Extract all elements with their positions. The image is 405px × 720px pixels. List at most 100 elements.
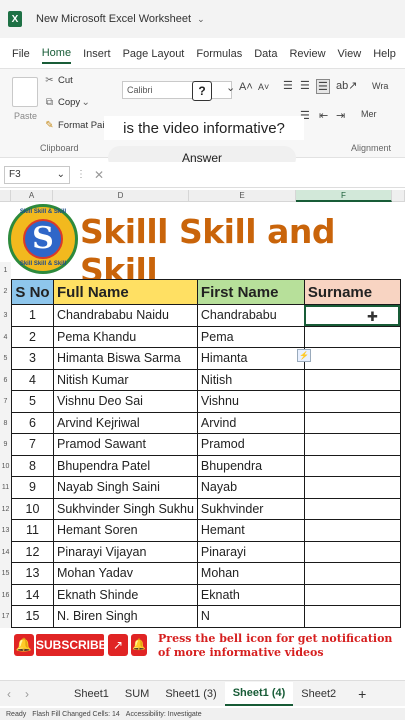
cell-first-name[interactable]: Nitish — [196, 368, 305, 391]
row-number[interactable]: 8 — [0, 412, 11, 434]
paste-button[interactable] — [12, 77, 38, 107]
cell-first-name[interactable]: Arvind — [196, 411, 305, 434]
cell-first-name[interactable]: Chandrababu — [196, 304, 305, 327]
cell-surname[interactable] — [303, 433, 401, 456]
cell-full-name[interactable]: Hemant Soren — [53, 519, 198, 542]
cell-first-name[interactable]: Mohan — [196, 562, 305, 585]
merge-center-button[interactable]: Mer — [361, 109, 377, 119]
sheet-tab[interactable]: Sheet1 — [66, 688, 117, 700]
cell-sno[interactable]: 12 — [11, 540, 54, 563]
sheet-tab[interactable]: SUM — [117, 688, 157, 700]
row-number[interactable]: 12 — [0, 498, 11, 520]
cell-first-name[interactable]: Hemant — [196, 519, 305, 542]
cell-surname[interactable] — [303, 562, 401, 585]
cell-surname[interactable] — [303, 325, 401, 348]
cell-surname[interactable] — [303, 605, 401, 628]
name-box[interactable]: F3 ⌄ — [4, 165, 70, 184]
row-number[interactable]: 16 — [0, 584, 11, 606]
font-name-select[interactable]: Calibri — [122, 81, 232, 99]
menu-page-layout[interactable]: Page Layout — [123, 48, 185, 63]
row-number[interactable]: 4 — [0, 326, 11, 348]
cell-sno[interactable]: 7 — [11, 433, 54, 456]
cell-sno[interactable]: 6 — [11, 411, 54, 434]
cell-full-name[interactable]: Nitish Kumar — [53, 368, 198, 391]
menu-home[interactable]: Home — [41, 47, 72, 64]
cell-first-name[interactable]: N — [196, 605, 305, 628]
cell-sno[interactable]: 14 — [11, 583, 54, 606]
header-surname[interactable]: Surname — [303, 279, 401, 305]
status-accessibility[interactable]: Accessibility: Investigate — [126, 711, 202, 718]
decrease-indent-icon[interactable]: ⇤ — [319, 109, 328, 122]
row-number[interactable]: 5 — [0, 348, 11, 370]
row-number[interactable]: 3 — [0, 305, 11, 327]
bell-icon[interactable]: 🔔 — [131, 634, 147, 656]
cell-full-name[interactable]: Vishnu Deo Sai — [53, 390, 198, 413]
cell-full-name[interactable]: Pramod Sawant — [53, 433, 198, 456]
font-dropdown-chevron-icon[interactable]: ⌄ — [226, 81, 235, 94]
wrap-text-button[interactable]: Wra — [372, 81, 388, 91]
sheet-tab[interactable]: Sheet2 — [293, 688, 344, 700]
row-number[interactable]: 13 — [0, 520, 11, 542]
cell-sno[interactable]: 3 — [11, 347, 54, 370]
prev-sheet-icon[interactable]: ‹ — [0, 687, 18, 701]
menu-help[interactable]: Help — [373, 48, 396, 63]
menu-review[interactable]: Review — [289, 48, 325, 63]
menu-data[interactable]: Data — [254, 48, 277, 63]
more-dots-icon[interactable]: ⋮ — [76, 169, 86, 180]
cell-full-name[interactable]: Himanta Biswa Sarma — [53, 347, 198, 370]
cell-full-name[interactable]: Eknath Shinde — [53, 583, 198, 606]
row-number[interactable]: 17 — [0, 606, 11, 628]
row-number[interactable]: 11 — [0, 477, 11, 499]
header-sno[interactable]: S No — [11, 279, 54, 305]
cell-sno[interactable]: 5 — [11, 390, 54, 413]
cell-first-name[interactable]: Pramod — [196, 433, 305, 456]
orientation-icon[interactable]: ab↗ — [336, 79, 357, 92]
cell-sno[interactable]: 10 — [11, 497, 54, 520]
cell-sno[interactable]: 13 — [11, 562, 54, 585]
cell-first-name[interactable]: Pema — [196, 325, 305, 348]
column-header-a[interactable]: A — [11, 190, 53, 202]
row-number[interactable]: 14 — [0, 541, 11, 563]
row-number[interactable]: 6 — [0, 369, 11, 391]
copy-button[interactable]: ⧉ Copy ⌄ — [44, 97, 94, 108]
row-number[interactable]: 7 — [0, 391, 11, 413]
menu-view[interactable]: View — [338, 48, 362, 63]
cell-first-name[interactable]: Nayab — [196, 476, 305, 499]
cell-sno[interactable]: 11 — [11, 519, 54, 542]
header-full-name[interactable]: Full Name — [53, 279, 198, 305]
cell-first-name[interactable]: Himanta — [196, 347, 305, 370]
sheet-tab[interactable]: Sheet1 (3) — [157, 688, 224, 700]
column-header-e[interactable]: E — [189, 190, 296, 202]
cell-full-name[interactable]: N. Biren Singh — [53, 605, 198, 628]
cell-full-name[interactable]: Mohan Yadav — [53, 562, 198, 585]
cell-sno[interactable]: 9 — [11, 476, 54, 499]
row-number[interactable]: 15 — [0, 563, 11, 585]
cell-first-name[interactable]: Sukhvinder — [196, 497, 305, 520]
cell-sno[interactable]: 15 — [11, 605, 54, 628]
cell-sno[interactable]: 1 — [11, 304, 54, 327]
column-header-blank[interactable] — [392, 190, 405, 202]
align-bottom-icon[interactable]: ☰ — [316, 79, 330, 94]
add-sheet-icon[interactable]: + — [358, 686, 366, 702]
menu-formulas[interactable]: Formulas — [196, 48, 242, 63]
format-painter-button[interactable]: ✎ Format Pain — [44, 120, 109, 131]
cell-full-name[interactable]: Nayab Singh Saini — [53, 476, 198, 499]
cell-full-name[interactable]: Pema Khandu — [53, 325, 198, 348]
cancel-entry-icon[interactable]: ✕ — [94, 168, 104, 182]
chevron-down-icon[interactable]: ⌄ — [197, 14, 205, 25]
column-header-f[interactable]: F — [296, 190, 392, 202]
row-number[interactable]: 1 — [0, 262, 11, 279]
subscribe-button[interactable]: SUBSCRIBE — [36, 634, 107, 656]
row-number[interactable]: 9 — [0, 434, 11, 456]
cell-surname[interactable] — [303, 540, 401, 563]
cut-button[interactable]: ✂ Cut — [44, 75, 73, 86]
menu-file[interactable]: File — [12, 48, 30, 63]
cell-sno[interactable]: 4 — [11, 368, 54, 391]
cell-full-name[interactable]: Pinarayi Vijayan — [53, 540, 198, 563]
cell-surname-active[interactable] — [303, 304, 401, 327]
align-top-icon[interactable]: ☰ — [283, 79, 293, 92]
cell-surname[interactable] — [303, 583, 401, 606]
cell-surname[interactable] — [303, 476, 401, 499]
cell-first-name[interactable]: Eknath — [196, 583, 305, 606]
decrease-font-icon[interactable]: A˅ — [258, 82, 269, 92]
